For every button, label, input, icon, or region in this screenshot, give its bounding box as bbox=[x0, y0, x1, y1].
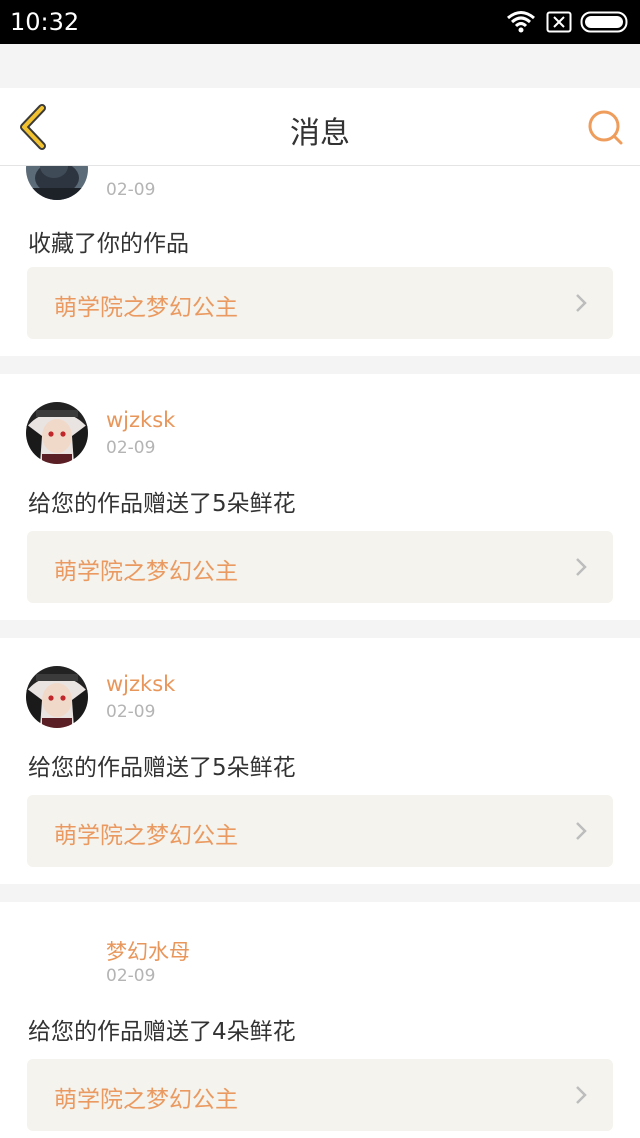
chevron-right-icon bbox=[576, 558, 587, 576]
message-card: wjzksk 02-09 给您的作品赠送了5朵鲜花 萌学院之梦幻公主 bbox=[0, 638, 640, 884]
work-link[interactable]: 萌学院之梦幻公主 bbox=[27, 267, 613, 339]
action-text: 给您的作品赠送了4朵鲜花 bbox=[28, 1019, 296, 1045]
page-title: 消息 bbox=[290, 116, 350, 151]
message-date: 02-09 bbox=[106, 180, 156, 200]
avatar[interactable] bbox=[26, 666, 88, 728]
no-sim-icon bbox=[546, 11, 572, 33]
work-title: 萌学院之梦幻公主 bbox=[54, 295, 238, 321]
avatar[interactable] bbox=[26, 402, 88, 464]
message-date: 02-09 bbox=[106, 966, 156, 986]
username[interactable]: wjzksk bbox=[106, 408, 175, 432]
wifi-icon bbox=[507, 11, 535, 33]
action-text: 给您的作品赠送了5朵鲜花 bbox=[28, 755, 296, 781]
action-text: 给您的作品赠送了5朵鲜花 bbox=[28, 491, 296, 517]
work-link[interactable]: 萌学院之梦幻公主 bbox=[27, 1059, 613, 1131]
message-feed[interactable]: 02-09 收藏了你的作品 萌学院之梦幻公主 wjzksk 02-09 给您的作… bbox=[0, 166, 640, 1138]
header: 消息 bbox=[0, 88, 640, 166]
work-link[interactable]: 萌学院之梦幻公主 bbox=[27, 795, 613, 867]
message-date: 02-09 bbox=[106, 702, 156, 722]
battery-icon bbox=[580, 11, 628, 33]
work-title: 萌学院之梦幻公主 bbox=[54, 1087, 238, 1113]
message-date: 02-09 bbox=[106, 438, 156, 458]
chevron-right-icon bbox=[576, 294, 587, 312]
work-title: 萌学院之梦幻公主 bbox=[54, 823, 238, 849]
chevron-right-icon bbox=[576, 822, 587, 840]
action-text: 收藏了你的作品 bbox=[28, 231, 189, 257]
chevron-right-icon bbox=[576, 1086, 587, 1104]
search-button[interactable] bbox=[586, 108, 626, 148]
work-link[interactable]: 萌学院之梦幻公主 bbox=[27, 531, 613, 603]
username[interactable]: wjzksk bbox=[106, 672, 175, 696]
work-title: 萌学院之梦幻公主 bbox=[54, 559, 238, 585]
search-icon bbox=[588, 110, 623, 145]
message-card: 02-09 收藏了你的作品 萌学院之梦幻公主 bbox=[0, 166, 640, 356]
avatar[interactable] bbox=[26, 166, 88, 200]
message-card: wjzksk 02-09 给您的作品赠送了5朵鲜花 萌学院之梦幻公主 bbox=[0, 374, 640, 620]
username[interactable]: 梦幻水母 bbox=[106, 936, 190, 966]
status-time: 10:32 bbox=[10, 8, 80, 36]
avatar[interactable] bbox=[26, 930, 88, 992]
message-card: 梦幻水母 02-09 给您的作品赠送了4朵鲜花 萌学院之梦幻公主 bbox=[0, 902, 640, 1138]
status-bar: 10:32 bbox=[0, 0, 640, 44]
